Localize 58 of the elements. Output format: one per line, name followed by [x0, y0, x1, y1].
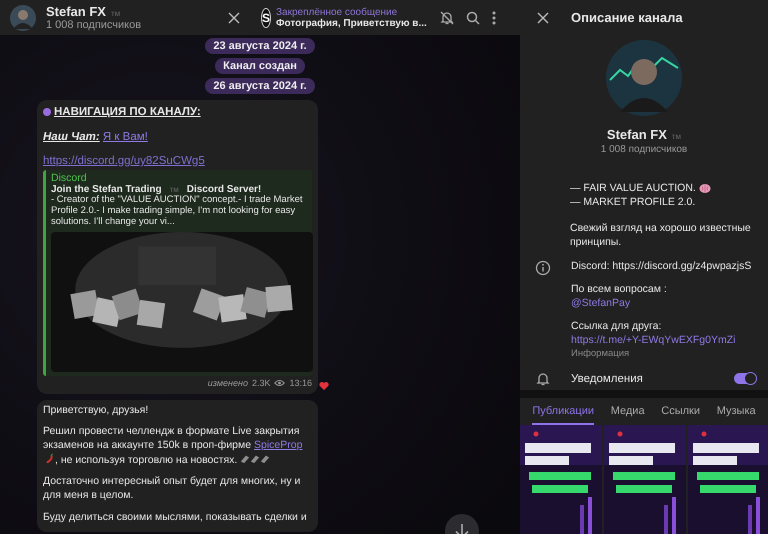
message-paragraph: Достаточно интересный опыт будет для многих, ну и для меня в целом. — [43, 475, 302, 503]
description-text: Свежий взгляд на хорошо известные принципы. — [570, 222, 752, 250]
preview-description: - Creator of the "VALUE AUCTION" concept.- I trade Market Profile 2.0.- I make trading simple, I'm not looking for easy solutions. I'll change your vi... — [51, 195, 304, 228]
dot-icon — [43, 108, 51, 116]
message-time: 13:16 — [289, 378, 312, 388]
bell-off-icon[interactable] — [439, 10, 455, 26]
channel-name: Stefan FX — [606, 127, 667, 142]
trademark-label: тм — [110, 9, 120, 18]
info-link[interactable]: https://t.me/+Y-EWqYwEXFg0YmZi — [571, 334, 768, 348]
description-line: — FAIR VALUE AUCTION. — [570, 182, 696, 196]
info-link[interactable]: @StefanPay — [571, 296, 768, 310]
info-caption: Информация — [571, 348, 630, 359]
brain-icon — [698, 183, 711, 194]
edited-label: изменено — [208, 378, 248, 388]
info-icon — [535, 260, 551, 276]
service-pill: Канал создан — [215, 58, 305, 74]
preview-title: Join the Stefan Trading — [51, 184, 162, 195]
notifications-toggle[interactable] — [734, 373, 756, 384]
service-pill: 23 августа 2024 г. — [205, 38, 315, 54]
channel-title: Stefan FX — [46, 4, 106, 19]
more-icon[interactable] — [491, 10, 497, 26]
media-tab[interactable]: Медиа — [610, 398, 645, 425]
message-paragraph: Приветствую, друзья! — [43, 404, 150, 418]
search-icon[interactable] — [465, 10, 481, 26]
pinned-logo: S — [261, 8, 272, 28]
nav-heading: НАВИГАЦИЯ ПО КАНАЛУ: — [54, 106, 201, 118]
eye-icon — [274, 378, 286, 387]
close-icon[interactable] — [228, 12, 240, 24]
preview-site: Discord — [51, 172, 88, 184]
view-count: 2.3K — [252, 378, 270, 388]
spiceprop-link[interactable]: SpiceProp — [254, 439, 302, 452]
message-paragraph: Буду делиться своими мыслями, показывать сделки и — [43, 510, 308, 524]
info-text: По всем вопросам : @StefanPay — [571, 283, 768, 310]
link-preview[interactable] — [43, 170, 312, 376]
avatar[interactable] — [10, 4, 36, 30]
pinned-text[interactable]: Фотография, Приветствую в... — [276, 18, 427, 28]
chat-label: Наш Чат: — [43, 131, 100, 143]
chat-link[interactable]: Я к Вам! — [102, 131, 148, 143]
media-tab[interactable]: Ссылки — [661, 398, 700, 425]
preview-title: Discord Server! — [186, 184, 262, 195]
heart-reaction-icon[interactable] — [319, 380, 329, 391]
message-paragraph: Решил провести челлендж в формате Live закрытия экзаменов на аккаунте 150k в проп-фирме SpiceProp , не используя торговлю на новостях. — [43, 425, 304, 468]
discord-link[interactable]: https://discord.gg/uy82SuCWg5 — [43, 155, 312, 167]
media-tab[interactable]: Музыка — [716, 398, 756, 425]
subscriber-count: 1 008 подписчиков — [600, 144, 688, 155]
info-text: Discord: https://discord.gg/z4pwpazjsS — [571, 260, 752, 274]
pinned-label[interactable]: Закреплённое сообщение — [276, 6, 427, 18]
ingots-icon — [240, 454, 270, 464]
description-line: — MARKET PROFILE 2.0. — [570, 196, 696, 210]
subscriber-count: 1 008 подписчиков — [46, 19, 142, 31]
bell-icon — [535, 370, 551, 387]
notifications-label: Уведомления — [571, 372, 644, 385]
trademark-label: тм — [672, 132, 682, 141]
trademark-label: тм — [170, 185, 179, 194]
close-icon[interactable] — [537, 12, 549, 24]
info-text: Ссылка для друга: https://t.me/+Y-EWqYwEXFg0YmZi — [571, 320, 768, 348]
panel-title: Описание канала — [571, 10, 683, 25]
service-pill: 26 августа 2024 г. — [205, 78, 315, 94]
